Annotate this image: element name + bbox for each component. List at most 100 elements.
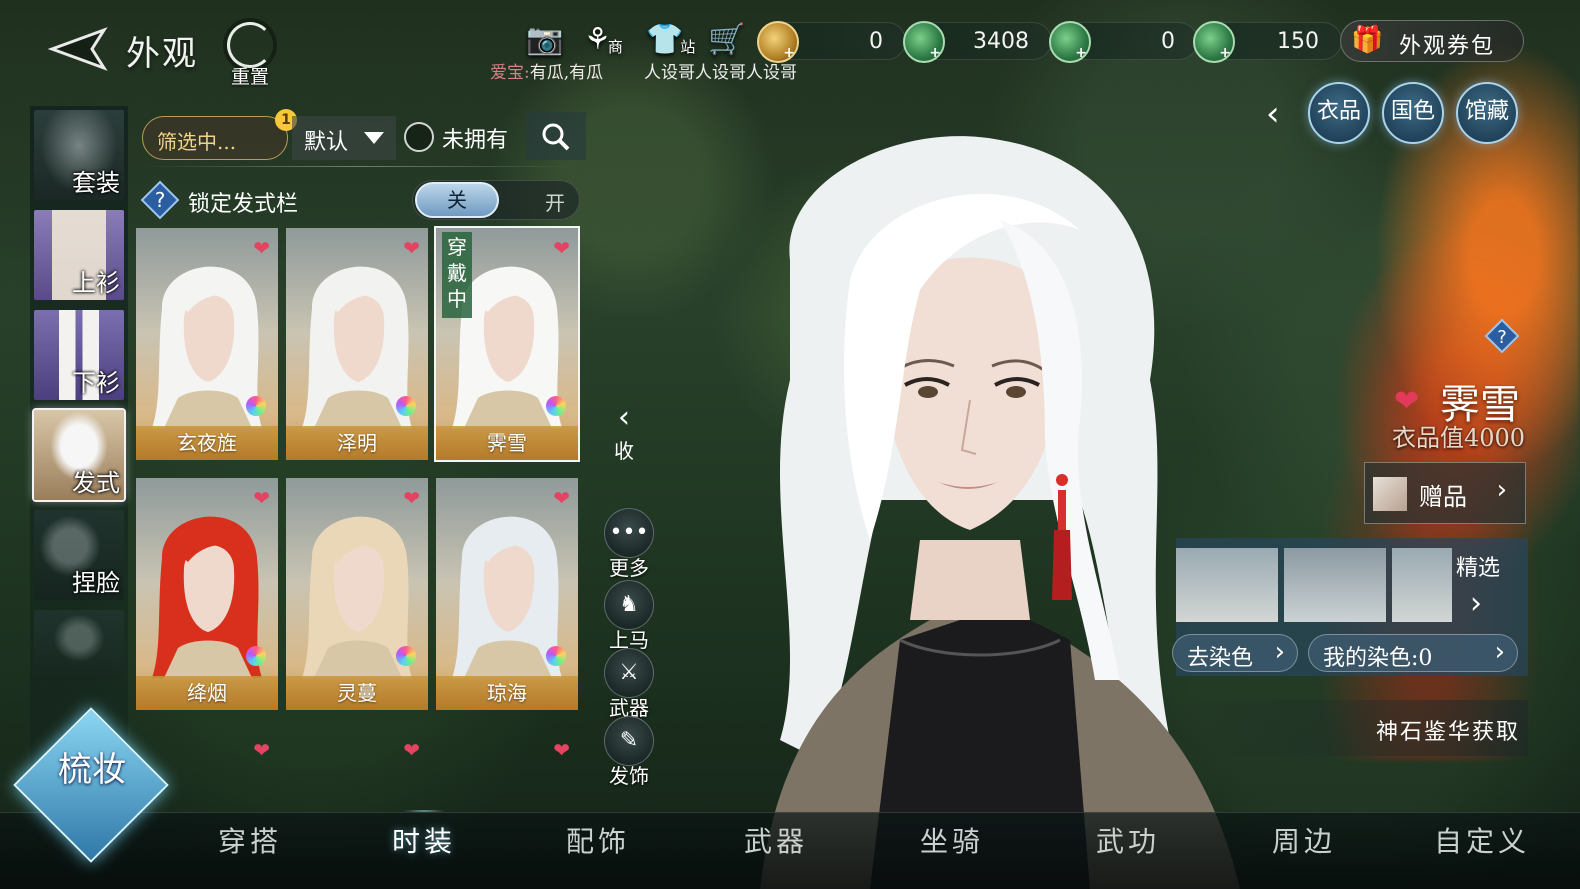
radio-icon — [404, 122, 434, 152]
gift-icon: 🎁 — [1351, 25, 1384, 55]
chevron-down-icon — [364, 132, 384, 144]
coupon-pack-button[interactable]: 🎁 外观券包 — [1340, 20, 1524, 62]
featured-thumb[interactable] — [1392, 548, 1452, 622]
acquire-source[interactable]: 神石鉴华获取 — [1176, 700, 1528, 756]
search-icon — [542, 123, 570, 151]
featured-thumb[interactable] — [1284, 548, 1386, 622]
tab-peripheral[interactable]: 周边 — [1272, 820, 1336, 860]
sidebar-item-hair[interactable]: 发式 — [34, 410, 124, 500]
sidebar-item-more[interactable] — [34, 610, 124, 680]
cart-icon[interactable]: 🛒 — [708, 22, 745, 57]
currency-jade-gold[interactable]: 0 — [757, 21, 906, 63]
sidebar-item-suit[interactable]: 套装 — [34, 110, 124, 200]
dye-color-icon — [246, 646, 266, 666]
collapse-button[interactable]: ‹ 收 — [606, 400, 642, 464]
tab-mount[interactable]: 坐骑 — [920, 820, 984, 860]
unowned-label: 未拥有 — [442, 128, 509, 153]
shop-tag: 商 — [607, 38, 623, 56]
toggle-on[interactable]: 开 — [545, 187, 565, 216]
more-icon: ••• — [604, 508, 654, 558]
more-button[interactable]: ••• 更多 — [602, 508, 656, 581]
filter-button[interactable]: 筛选中... 1 — [142, 109, 297, 160]
currency-jade-green-2[interactable]: 0 — [1049, 21, 1198, 63]
favorite-heart-icon[interactable]: ❤ — [253, 486, 270, 510]
favorite-heart-icon: ❤ — [403, 738, 420, 762]
help-icon[interactable]: ? — [140, 180, 180, 220]
jade-green-icon — [1193, 21, 1235, 63]
hair-accessory-button[interactable]: ✎ 发饰 — [602, 716, 656, 789]
chevron-left-icon[interactable]: ‹ — [1266, 94, 1280, 134]
tab-martial[interactable]: 武功 — [1096, 820, 1160, 860]
outfit-station-icon: 👕 — [646, 22, 684, 57]
go-dye-label: 去染色 — [1187, 646, 1254, 671]
character-preview[interactable] — [700, 120, 1260, 889]
makeup-label[interactable]: 梳妆 — [58, 752, 128, 788]
search-button[interactable] — [526, 112, 586, 160]
toggle-off[interactable]: 关 — [415, 182, 499, 218]
hairstyle-card[interactable]: ❤ 穿戴中 霁雪 — [434, 226, 580, 462]
tab-collection[interactable]: 馆藏 — [1456, 82, 1518, 144]
tab-style-value[interactable]: 衣品 — [1308, 82, 1370, 144]
hairstyle-card-partial[interactable]: ❤ — [436, 730, 578, 770]
tab-outfit[interactable]: 穿搭 — [218, 820, 282, 860]
sidebar-item-bottom[interactable]: 下衫 — [34, 310, 124, 400]
tab-custom[interactable]: 自定义 — [1434, 820, 1530, 860]
currency-jade-green[interactable]: 3408 — [903, 21, 1052, 63]
favorite-heart-icon[interactable]: ❤ — [553, 486, 570, 510]
sort-dropdown[interactable]: 默认 — [292, 116, 396, 160]
chevron-right-icon: › — [1496, 475, 1507, 505]
mount-button[interactable]: ♞ 上马 — [602, 580, 656, 653]
coupon-label: 外观券包 — [1399, 34, 1496, 59]
chevron-right-icon[interactable]: › — [1470, 586, 1482, 621]
horse-icon: ♞ — [604, 580, 654, 630]
featured-thumb[interactable] — [1176, 548, 1278, 622]
category-sidebar: 套装 上衫 下衫 发式 捏脸 — [30, 106, 128, 786]
my-dye-button[interactable]: 我的染色:0 › — [1308, 634, 1518, 672]
currency-value: 0 — [869, 29, 883, 54]
reset-button[interactable]: 重置 — [222, 22, 278, 88]
featured-label[interactable]: 精选 — [1456, 550, 1500, 582]
favorite-heart-icon[interactable]: ❤ — [553, 236, 570, 260]
divider — [140, 166, 576, 167]
dye-color-icon — [246, 396, 266, 416]
tab-accessory[interactable]: 配饰 — [566, 820, 630, 860]
dye-color-icon — [396, 646, 416, 666]
favorite-heart-icon[interactable]: ❤ — [1394, 384, 1419, 419]
hairstyle-card[interactable]: ❤ 玄夜旌 — [136, 228, 278, 460]
my-dye-label: 我的染色:0 — [1323, 646, 1433, 671]
dye-color-icon — [396, 396, 416, 416]
weapon-button[interactable]: ⚔ 武器 — [602, 648, 656, 721]
gift-label: 赠品 — [1419, 483, 1467, 511]
lock-hair-toggle[interactable]: 关 开 — [412, 180, 580, 220]
tab-fashion[interactable]: 时装 — [392, 810, 456, 860]
hairstyle-card[interactable]: ❤ 绛烟 — [136, 478, 278, 710]
station-button[interactable]: 👕 站 — [646, 22, 695, 57]
sidebar-item-top[interactable]: 上衫 — [34, 210, 124, 300]
jade-green-icon — [903, 21, 945, 63]
hairstyle-card[interactable]: ❤ 琼海 — [436, 478, 578, 710]
back-button[interactable] — [46, 22, 108, 76]
aibao-text: 爱宝:有瓜,有瓜 — [490, 58, 603, 83]
hairstyle-card-partial[interactable]: ❤ — [136, 730, 278, 770]
favorite-heart-icon[interactable]: ❤ — [253, 236, 270, 260]
dye-color-icon — [546, 646, 566, 666]
hairstyle-card[interactable]: ❤ 泽明 — [286, 228, 428, 460]
shop-button[interactable]: ⚘ 商 — [584, 22, 623, 57]
jade-green-icon — [1049, 21, 1091, 63]
gift-button[interactable]: 赠品 › — [1364, 462, 1526, 524]
svg-text:?: ? — [155, 188, 166, 212]
currency-jade-green-3[interactable]: 150 — [1193, 21, 1342, 63]
hairstyle-card-partial[interactable]: ❤ — [286, 730, 428, 770]
hairstyle-card[interactable]: ❤ 灵蔓 — [286, 478, 428, 710]
sidebar-item-face[interactable]: 捏脸 — [34, 510, 124, 600]
favorite-heart-icon[interactable]: ❤ — [403, 486, 420, 510]
favorite-heart-icon[interactable]: ❤ — [403, 236, 420, 260]
camera-icon[interactable]: 📷 — [526, 22, 563, 57]
tab-weapon[interactable]: 武器 — [744, 820, 808, 860]
go-dye-button[interactable]: 去染色 › — [1172, 634, 1298, 672]
hairstyle-name: 灵蔓 — [286, 676, 428, 710]
help-icon[interactable]: ? — [1484, 318, 1520, 354]
chevron-right-icon: › — [1274, 637, 1285, 667]
tab-beauty[interactable]: 国色 — [1382, 82, 1444, 144]
sidebar-item-label: 下衫 — [72, 369, 120, 397]
